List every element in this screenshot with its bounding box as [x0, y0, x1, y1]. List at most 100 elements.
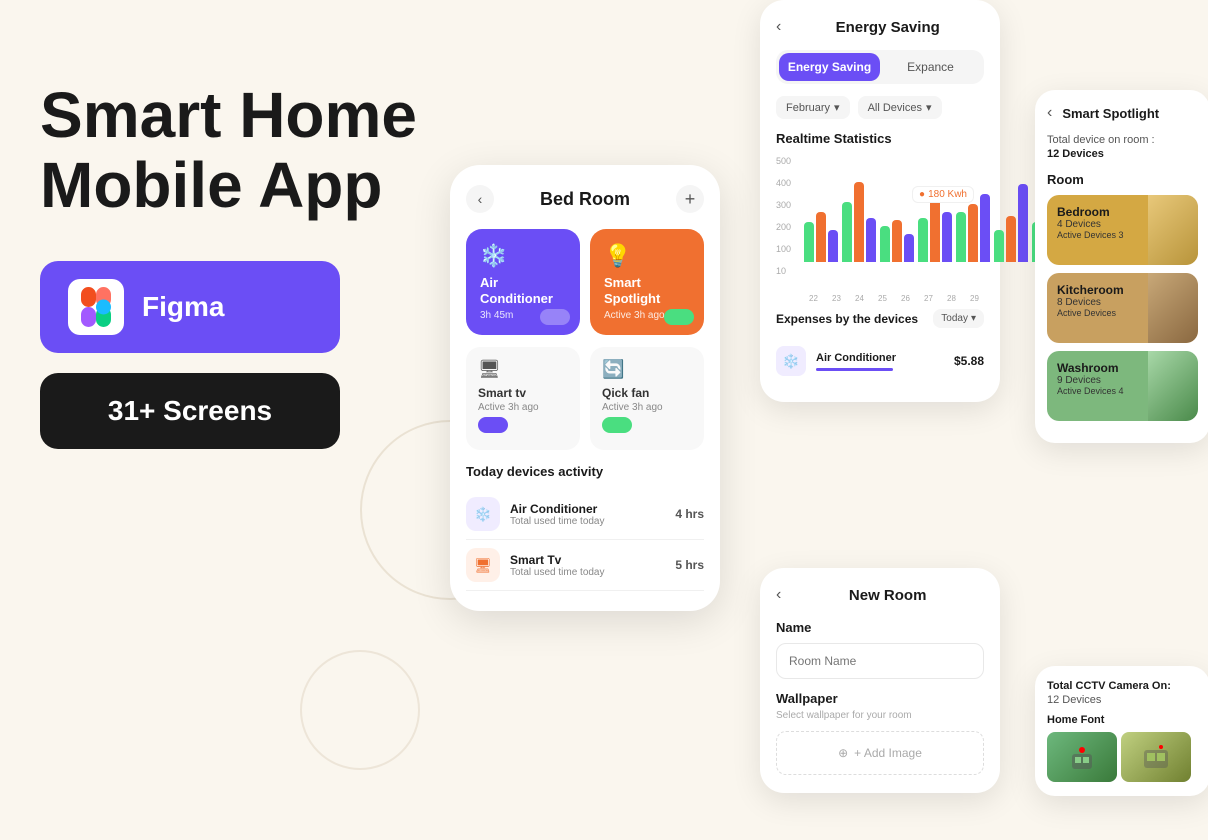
bedroom-devices: 4 Devices: [1057, 219, 1124, 230]
energy-header: ‹ Energy Saving: [776, 18, 984, 36]
phone-add-button[interactable]: +: [676, 185, 704, 213]
device-row-cards: 🖥 Smart tv Active 3h ago 🔄 Qick fan Acti…: [466, 347, 704, 450]
bedroom-thumb: [1148, 195, 1198, 265]
bar-group-24: [880, 220, 914, 262]
bedroom-active: Active Devices 3: [1057, 230, 1124, 240]
bar-22-purple: [828, 230, 838, 262]
today-filter-button[interactable]: Today ▾: [933, 309, 984, 328]
expense-ac-icon: ❄️: [776, 346, 806, 376]
activity-tv: 🖥 Smart Tv Total used time today 5 hrs: [466, 540, 704, 591]
activity-tv-sub: Total used time today: [510, 567, 665, 578]
total-device-label: Total device on room :: [1047, 134, 1198, 146]
phone-header: ‹ Bed Room +: [466, 185, 704, 213]
wallpaper-label: Wallpaper: [776, 691, 984, 706]
bar-group-27: [994, 184, 1028, 262]
room-card-kitchen[interactable]: Kitcheroom 8 Devices Active Devices: [1047, 273, 1198, 343]
washroom-name: Washroom: [1057, 361, 1124, 375]
bar-25-orange: [930, 194, 940, 262]
filter-february[interactable]: February ▾: [776, 96, 850, 119]
title-line1: Smart Home: [40, 79, 417, 151]
filter-row: February ▾ All Devices ▾: [776, 96, 984, 119]
spotlight-panel: ‹ Smart Spotlight Total device on room :…: [1035, 90, 1208, 443]
home-font-title: Home Font: [1047, 714, 1198, 726]
bar-22-orange: [816, 212, 826, 262]
ac-name: Air Conditioner: [480, 275, 566, 306]
bedroom-name: Bedroom: [1057, 205, 1124, 219]
filter-all-devices[interactable]: All Devices ▾: [858, 96, 942, 119]
screens-badge: 31+ Screens: [40, 373, 340, 449]
name-label: Name: [776, 620, 984, 635]
energy-tabs: Energy Saving Expance: [776, 50, 984, 84]
today-activity-title: Today devices activity: [466, 464, 704, 479]
kitchen-name: Kitcheroom: [1057, 283, 1124, 297]
spotlight-back-button[interactable]: ‹: [1047, 104, 1052, 122]
add-image-button[interactable]: ⊕ + Add Image: [776, 731, 984, 775]
spotlight-toggle[interactable]: [664, 309, 694, 325]
ac-toggle[interactable]: [540, 309, 570, 325]
figma-badge: Figma: [40, 261, 340, 353]
main-title: Smart Home Mobile App: [40, 80, 420, 221]
energy-panel: ‹ Energy Saving Energy Saving Expance Fe…: [760, 0, 1000, 402]
phone-back-button[interactable]: ‹: [466, 185, 494, 213]
bar-27-green: [994, 230, 1004, 262]
activity-tv-info: Smart Tv Total used time today: [510, 553, 665, 578]
chart-x-labels: 22 23 24 25 26 27 28 29: [776, 294, 984, 303]
bar-23-green: [842, 202, 852, 262]
energy-title: Energy Saving: [791, 19, 984, 36]
home-img-1: [1047, 732, 1117, 782]
fan-toggle[interactable]: [602, 417, 632, 433]
smarttv-icon: 🖥: [478, 359, 568, 380]
energy-back-button[interactable]: ‹: [776, 18, 781, 36]
spotlight-title: Smart Spotlight: [1062, 106, 1198, 121]
smarttv-name: Smart tv: [478, 386, 568, 400]
bar-group-26: [956, 194, 990, 262]
bar-25-purple: [942, 212, 952, 262]
kitchen-devices: 8 Devices: [1057, 297, 1124, 308]
wallpaper-sub: Select wallpaper for your room: [776, 710, 984, 721]
screens-label: 31+ Screens: [68, 395, 312, 427]
figma-icon: [68, 279, 124, 335]
bar-24-green: [880, 226, 890, 262]
bar-24-orange: [892, 220, 902, 262]
room-section-title: Room: [1047, 172, 1198, 187]
left-section: Smart Home Mobile App Figma 31+ Screens: [40, 80, 420, 449]
figma-label: Figma: [142, 291, 224, 323]
activity-tv-name: Smart Tv: [510, 553, 665, 567]
ac-card[interactable]: ❄️ Air Conditioner 3h 45m: [466, 229, 580, 335]
new-room-title: New Room: [791, 587, 984, 604]
spotlight-icon: 💡: [604, 243, 690, 269]
tab-expance[interactable]: Expance: [880, 53, 981, 81]
spotlight-card[interactable]: 💡 SmartSpotlight Active 3h ago: [590, 229, 704, 335]
y-labels: 500 400 300 200 100 10: [776, 156, 791, 276]
expense-ac-name: Air Conditioner: [816, 352, 944, 364]
fan-name: Qick fan: [602, 386, 692, 400]
expense-ac-bar: [816, 368, 893, 371]
fan-time: Active 3h ago: [602, 402, 692, 413]
activity-tv-time: 5 hrs: [675, 558, 704, 572]
expense-item-ac: ❄️ Air Conditioner $5.88: [776, 338, 984, 384]
room-card-washroom[interactable]: Washroom 9 Devices Active Devices 4: [1047, 351, 1198, 421]
washroom-thumb: [1148, 351, 1198, 421]
room-card-bedroom[interactable]: Bedroom 4 Devices Active Devices 3: [1047, 195, 1198, 265]
bar-group-25: [918, 194, 952, 262]
bar-27-purple: [1018, 184, 1028, 262]
smarttv-toggle[interactable]: [478, 417, 508, 433]
fan-card[interactable]: 🔄 Qick fan Active 3h ago: [590, 347, 704, 450]
bar-23-purple: [866, 218, 876, 262]
new-room-panel: ‹ New Room Name Wallpaper Select wallpap…: [760, 568, 1000, 793]
activity-ac-sub: Total used time today: [510, 516, 665, 527]
tab-energy-saving[interactable]: Energy Saving: [779, 53, 880, 81]
bar-26-orange: [968, 204, 978, 262]
activity-ac: ❄️ Air Conditioner Total used time today…: [466, 489, 704, 540]
cctv-panel: Total CCTV Camera On: 12 Devices Home Fo…: [1035, 666, 1208, 796]
expense-ac-info: Air Conditioner: [816, 352, 944, 371]
smarttv-card[interactable]: 🖥 Smart tv Active 3h ago: [466, 347, 580, 450]
bar-25-green: [918, 218, 928, 262]
new-room-back-button[interactable]: ‹: [776, 586, 781, 604]
room-name-input[interactable]: [776, 643, 984, 679]
title-line2: Mobile App: [40, 149, 382, 221]
bar-group-22: [804, 212, 838, 262]
add-image-icon: ⊕: [838, 746, 848, 760]
phone-mockup: ‹ Bed Room + ❄️ Air Conditioner 3h 45m 💡…: [450, 165, 720, 611]
bar-24-purple: [904, 234, 914, 262]
